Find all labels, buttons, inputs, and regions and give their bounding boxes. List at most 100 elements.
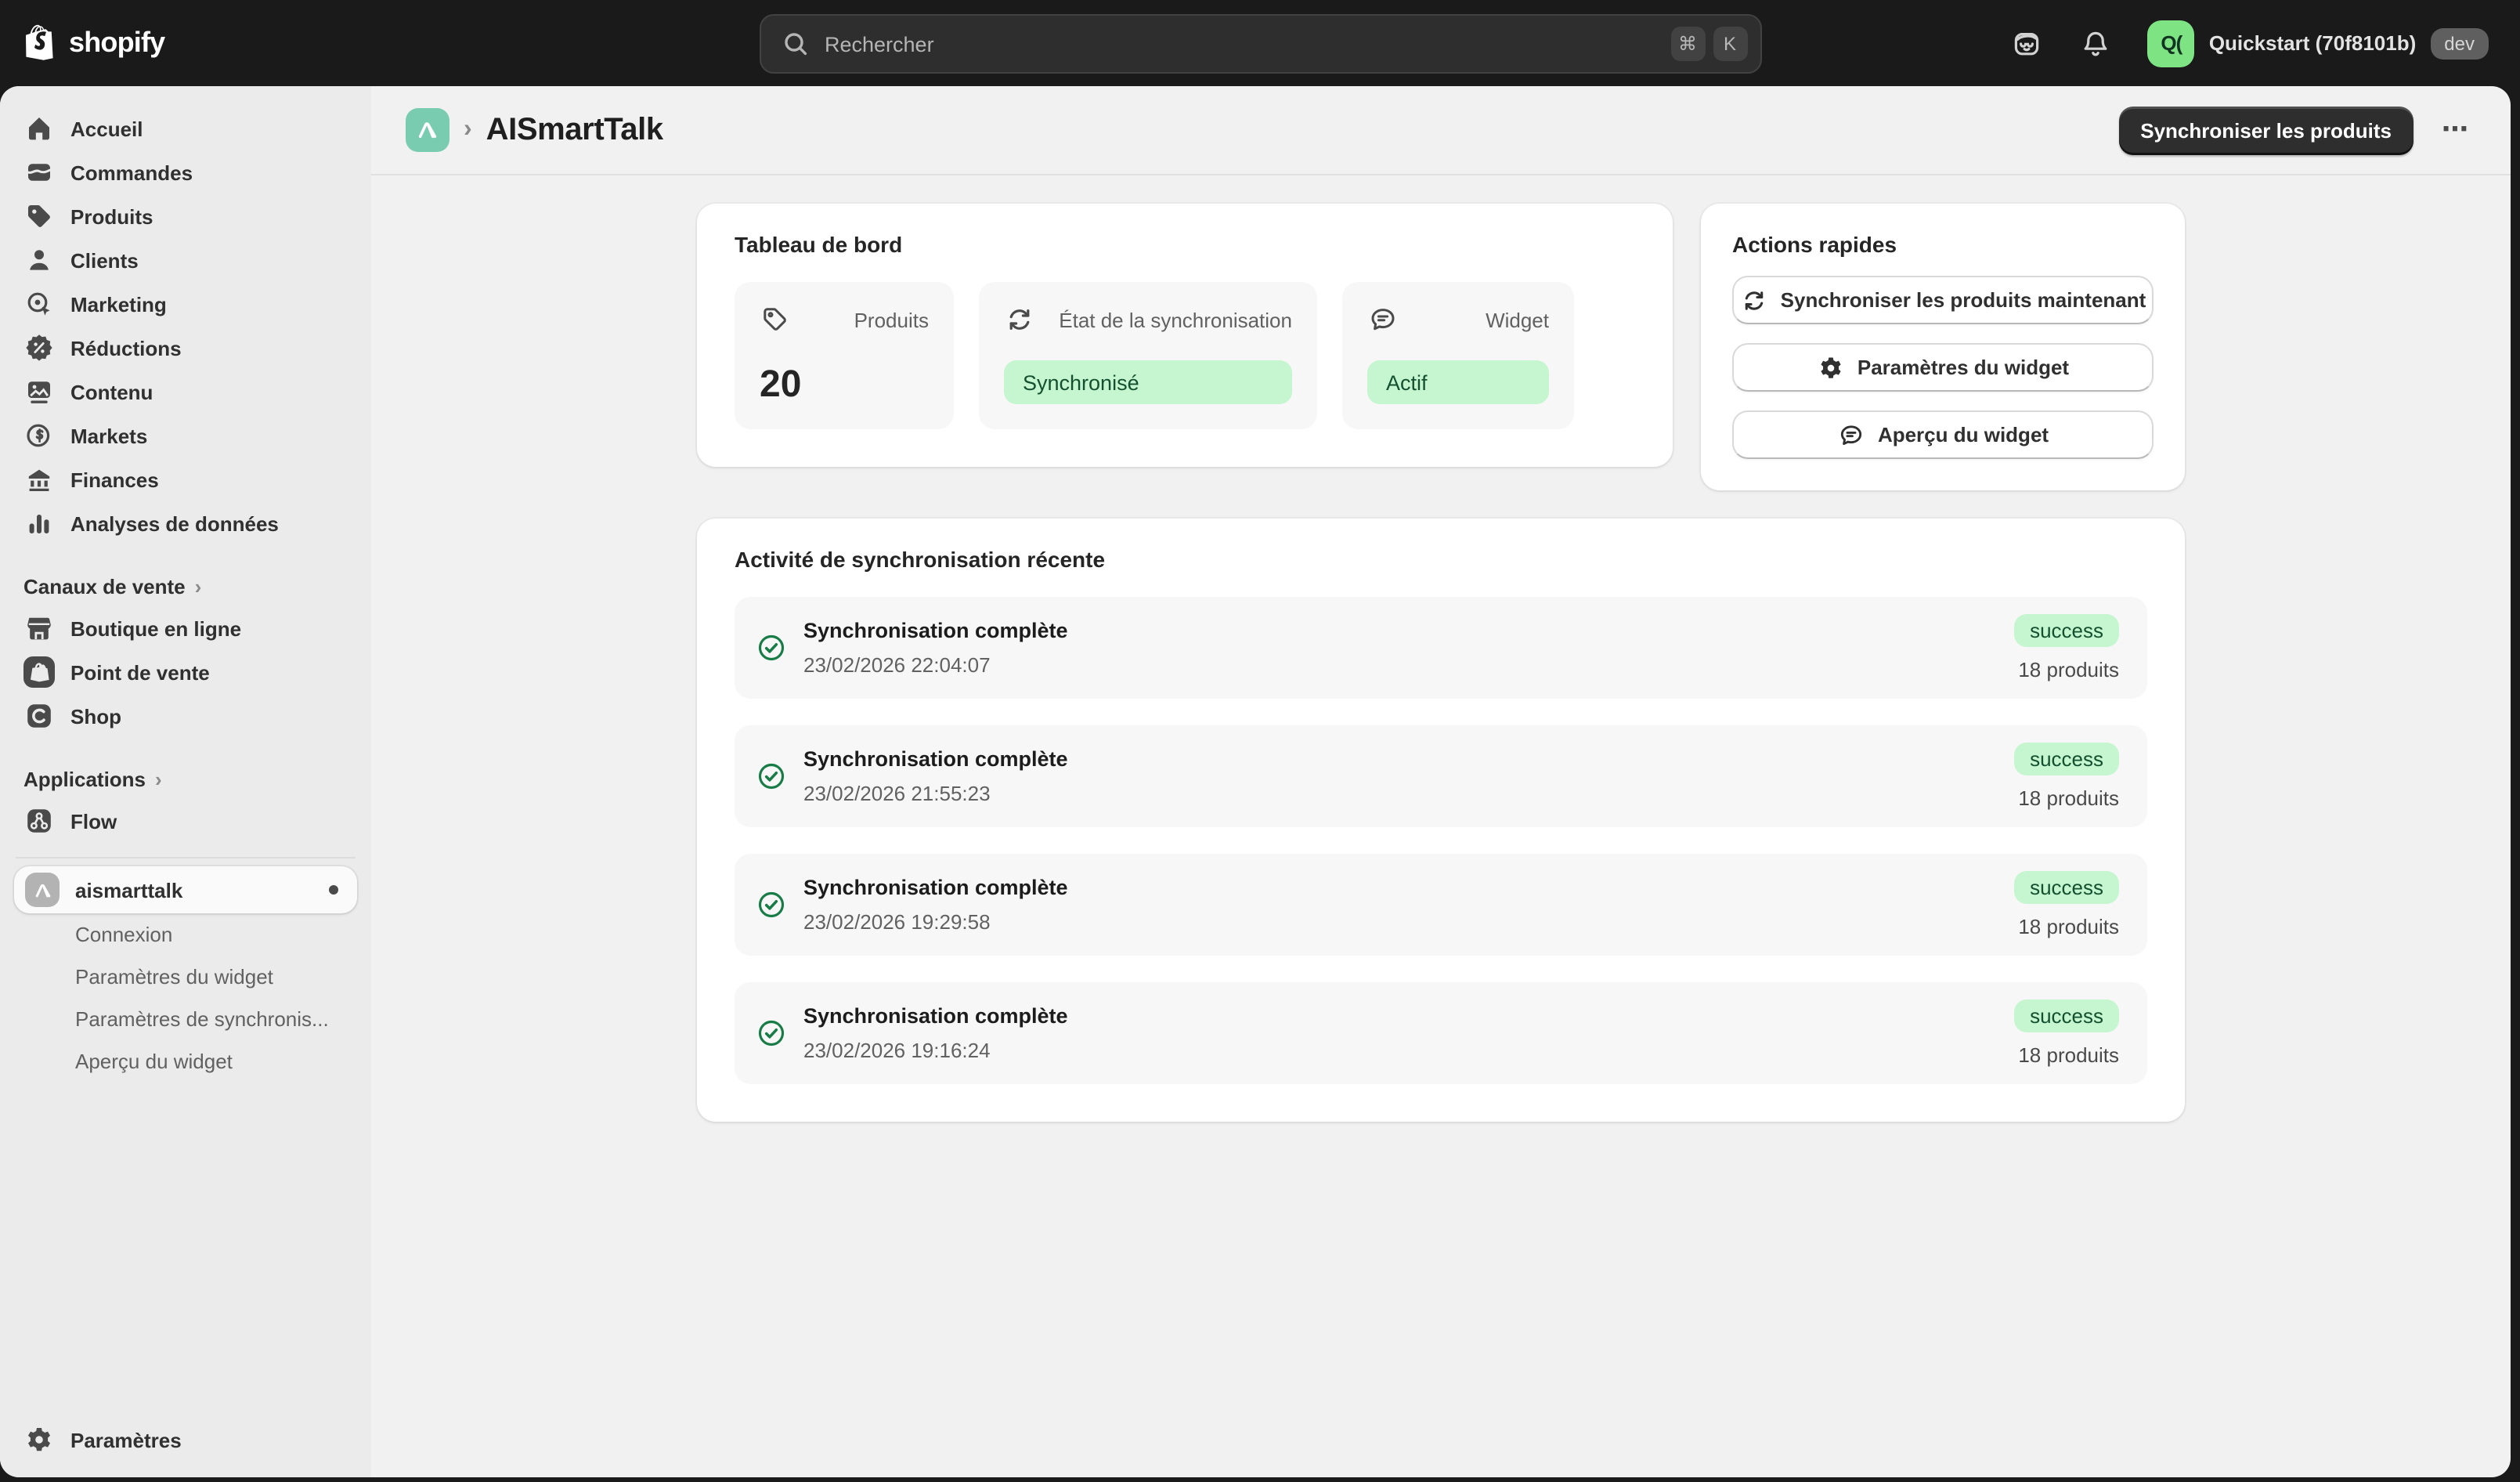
- discount-icon: [23, 332, 55, 363]
- shop-app-icon: [23, 700, 55, 732]
- stat-products: Produits 20: [735, 282, 954, 429]
- sidebar-item-analyses[interactable]: Analyses de données: [0, 501, 371, 545]
- sync-arrows-icon: [1004, 304, 1035, 335]
- sidebar-item-point-de-vente[interactable]: Point de vente: [0, 650, 371, 694]
- check-circle-icon: [755, 760, 788, 793]
- shopify-admin-screen: shopify ⌘ K: [0, 0, 2520, 1482]
- sync-activity-row: Synchronisation complète 23/02/2026 19:2…: [735, 854, 2147, 956]
- products-synced-count: 18 produits: [2018, 915, 2119, 938]
- sync-products-button[interactable]: Synchroniser les produits: [2118, 106, 2413, 154]
- section-applications[interactable]: Applications ›: [0, 758, 371, 799]
- page-header: › AISmartTalk Synchroniser les produits …: [371, 86, 2511, 175]
- sidebar: Accueil Commandes Produits Clients Marke…: [0, 86, 371, 1477]
- kbd-k: K: [1713, 27, 1747, 61]
- success-badge: success: [2014, 743, 2119, 775]
- aismarttalk-app-icon: [25, 873, 60, 907]
- dashboard-card: Tableau de bord Produits 20: [697, 204, 1673, 467]
- chat-bubble-icon: [1367, 304, 1399, 335]
- sidebar-item-boutique-en-ligne[interactable]: Boutique en ligne: [0, 606, 371, 650]
- aismarttalk-breadcrumb-icon: [406, 108, 449, 152]
- widget-settings-button[interactable]: Paramètres du widget: [1732, 343, 2154, 392]
- products-synced-count: 18 produits: [2018, 1043, 2119, 1067]
- stat-widget: Widget Actif: [1342, 282, 1574, 429]
- stats-row: Produits 20 État de la synchronisation: [735, 282, 1635, 429]
- sidebar-item-accueil[interactable]: Accueil: [0, 107, 371, 150]
- stat-sync-status: État de la synchronisation Synchronisé: [979, 282, 1317, 429]
- sync-status-badge: Synchronisé: [1004, 360, 1292, 404]
- quick-actions-card: Actions rapides Synchroniser les produit…: [1701, 204, 2185, 490]
- sidebar-subitem-parametres-widget[interactable]: Paramètres du widget: [0, 956, 371, 998]
- page-title: AISmartTalk: [486, 112, 663, 148]
- orders-icon: [23, 157, 55, 188]
- marketing-target-icon: [23, 288, 55, 320]
- chat-bubble-icon: [1837, 421, 1865, 449]
- sync-event-timestamp: 23/02/2026 21:55:23: [803, 782, 1068, 805]
- sidebar-item-reductions[interactable]: Réductions: [0, 326, 371, 370]
- kbd-cmd: ⌘: [1670, 27, 1705, 61]
- store-name: Quickstart (70f8101b): [2209, 31, 2416, 55]
- active-dot: [329, 885, 338, 895]
- widget-status-badge: Actif: [1367, 360, 1549, 404]
- content-frame: Accueil Commandes Produits Clients Marke…: [0, 86, 2511, 1477]
- gear-icon: [23, 1424, 55, 1455]
- sync-event-title: Synchronisation complète: [803, 1004, 1068, 1028]
- sidebar-item-marketing[interactable]: Marketing: [0, 282, 371, 326]
- pos-icon: [23, 656, 55, 688]
- topbar-right-cluster: Q( Quickstart (70f8101b) dev: [2001, 0, 2498, 86]
- sync-arrows-icon: [1740, 286, 1768, 314]
- topbar: shopify ⌘ K: [0, 0, 2520, 86]
- shopify-logo[interactable]: shopify: [25, 23, 164, 63]
- sidebar-item-markets[interactable]: Markets: [0, 414, 371, 457]
- sync-event-title: Synchronisation complète: [803, 876, 1068, 899]
- store-avatar: Q(: [2148, 20, 2195, 67]
- store-switcher[interactable]: Q( Quickstart (70f8101b) dev: [2139, 13, 2498, 73]
- quick-actions-title: Actions rapides: [1732, 232, 2154, 257]
- tag-outline-icon: [760, 304, 791, 335]
- tag-icon: [23, 201, 55, 232]
- sync-event-timestamp: 23/02/2026 19:29:58: [803, 910, 1068, 934]
- storefront-icon: [23, 613, 55, 644]
- sidebar-item-produits[interactable]: Produits: [0, 194, 371, 238]
- chevron-right-icon: ›: [195, 574, 202, 598]
- success-badge: success: [2014, 614, 2119, 647]
- sidebar-item-aismarttalk-active[interactable]: aismarttalk: [14, 866, 357, 913]
- widget-preview-button[interactable]: Aperçu du widget: [1732, 410, 2154, 459]
- dev-badge: dev: [2430, 27, 2489, 59]
- notifications-bell-button[interactable]: [2070, 16, 2123, 70]
- sidebar-item-finances[interactable]: Finances: [0, 457, 371, 501]
- sync-activity-row: Synchronisation complète 23/02/2026 19:1…: [735, 982, 2147, 1084]
- home-icon: [23, 113, 55, 144]
- more-actions-button[interactable]: ⋯: [2435, 108, 2476, 152]
- search-icon: [779, 28, 811, 60]
- stat-label: État de la synchronisation: [1059, 308, 1292, 331]
- chevron-right-icon: ›: [155, 767, 162, 790]
- sync-activity-list: Synchronisation complète 23/02/2026 22:0…: [735, 597, 2147, 1084]
- sidebar-item-flow[interactable]: Flow: [0, 799, 371, 843]
- global-search-bar[interactable]: ⌘ K: [759, 14, 1761, 74]
- sidebar-item-parametres[interactable]: Paramètres: [0, 1418, 371, 1462]
- shopify-bag-icon: [25, 23, 60, 63]
- markets-globe-icon: [23, 420, 55, 451]
- sync-now-button[interactable]: Synchroniser les produits maintenant: [1732, 276, 2154, 324]
- persona-button[interactable]: [2001, 16, 2054, 70]
- section-canaux-de-vente[interactable]: Canaux de vente ›: [0, 566, 371, 606]
- success-badge: success: [2014, 999, 2119, 1032]
- check-circle-icon: [755, 888, 788, 921]
- sidebar-item-contenu[interactable]: Contenu: [0, 370, 371, 414]
- sidebar-item-shop[interactable]: Shop: [0, 694, 371, 738]
- search-input[interactable]: [825, 32, 1663, 56]
- sidebar-subitem-apercu-widget[interactable]: Aperçu du widget: [0, 1040, 371, 1083]
- sync-event-timestamp: 23/02/2026 19:16:24: [803, 1039, 1068, 1062]
- page-content: Tableau de bord Produits 20: [371, 175, 2511, 1477]
- sidebar-item-clients[interactable]: Clients: [0, 238, 371, 282]
- header-actions: Synchroniser les produits ⋯: [2118, 106, 2476, 154]
- sync-activity-row: Synchronisation complète 23/02/2026 21:5…: [735, 725, 2147, 827]
- sidebar-subitem-parametres-synchro[interactable]: Paramètres de synchronis...: [0, 998, 371, 1040]
- products-synced-count: 18 produits: [2018, 658, 2119, 681]
- sync-activity-card: Activité de synchronisation récente Sync…: [697, 519, 2185, 1122]
- sidebar-subitem-connexion[interactable]: Connexion: [0, 913, 371, 956]
- sidebar-item-commandes[interactable]: Commandes: [0, 150, 371, 194]
- sync-activity-title: Activité de synchronisation récente: [735, 547, 2147, 572]
- stat-label: Produits: [854, 308, 929, 331]
- sync-event-timestamp: 23/02/2026 22:04:07: [803, 653, 1068, 677]
